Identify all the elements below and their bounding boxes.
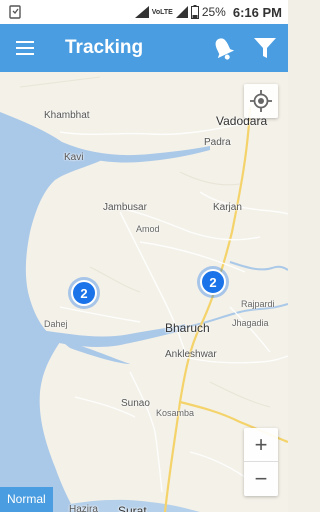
map-view[interactable]: Vadodara Khambhat Padra Kavi Jambusar Ka… <box>0 72 288 512</box>
place-label-hazira: Hazira <box>69 504 98 512</box>
my-location-button[interactable] <box>244 84 278 118</box>
wifi-signal-icon <box>134 6 149 18</box>
menu-button[interactable] <box>12 36 38 60</box>
zoom-out-button[interactable]: − <box>244 462 278 496</box>
app-bar: Tracking <box>0 24 288 72</box>
place-label-kavi: Kavi <box>64 152 84 163</box>
page-title: Tracking <box>65 37 144 58</box>
place-label-jhagadia: Jhagadia <box>232 318 269 328</box>
map-type-button[interactable]: Normal <box>0 487 53 512</box>
place-label-dahej: Dahej <box>44 319 68 329</box>
zoom-in-button[interactable]: + <box>244 428 278 462</box>
filter-button[interactable] <box>252 35 278 61</box>
notifications-button[interactable] <box>210 34 236 62</box>
place-label-jambusar: Jambusar <box>103 202 147 213</box>
battery-icon <box>190 5 199 19</box>
cell-signal-icon <box>175 6 188 18</box>
notification-app-icon <box>9 5 21 19</box>
place-label-bharuch: Bharuch <box>165 321 210 335</box>
place-label-sunao: Sunao <box>121 398 150 409</box>
place-label-rajpardi: Rajpardi <box>241 299 275 309</box>
volte-indicator: VoLTE <box>151 8 173 16</box>
status-bar: VoLTE 25% 6:16 PM <box>0 0 288 24</box>
battery-percent: 25% <box>201 5 226 19</box>
vehicle-cluster-marker[interactable]: 2 <box>71 280 97 306</box>
place-label-surat: Surat <box>118 504 147 512</box>
my-location-icon <box>250 90 272 112</box>
tracking-screen: VoLTE 25% 6:16 PM Tracking Vadodara Kham… <box>0 0 288 512</box>
place-label-amod: Amod <box>136 224 160 234</box>
place-label-khambhat: Khambhat <box>44 110 90 121</box>
place-label-karjan: Karjan <box>213 202 242 213</box>
place-label-ankleshwar: Ankleshwar <box>165 349 217 360</box>
filter-icon <box>254 38 276 58</box>
place-label-kosamba: Kosamba <box>156 408 195 418</box>
vehicle-cluster-marker[interactable]: 2 <box>200 269 226 295</box>
place-label-padra: Padra <box>204 137 231 148</box>
zoom-controls: + − <box>244 428 278 496</box>
bell-icon <box>215 38 235 60</box>
status-clock: 6:16 PM <box>232 4 282 20</box>
status-icons: VoLTE 25% 6:16 PM <box>134 0 282 24</box>
